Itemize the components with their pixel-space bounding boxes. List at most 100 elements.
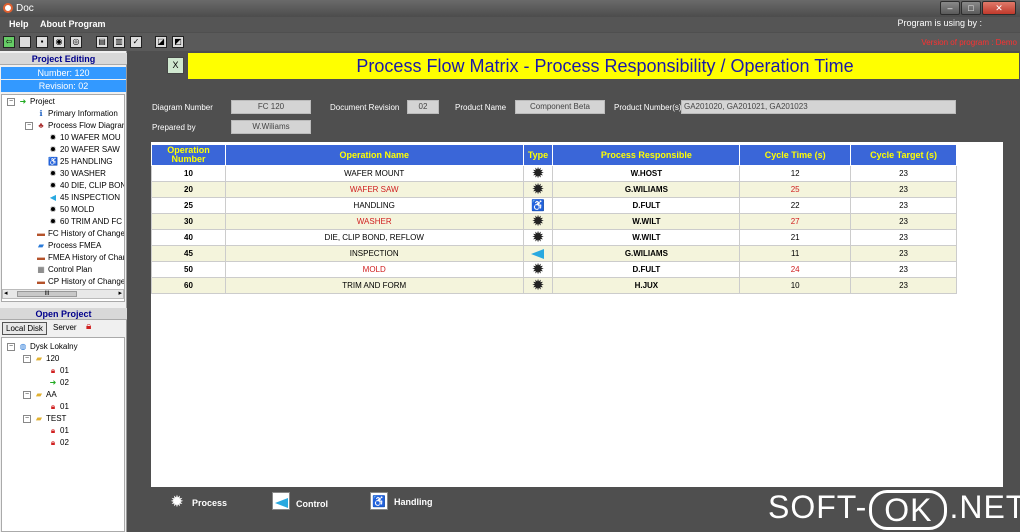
- scroll-thumb[interactable]: III: [17, 291, 77, 297]
- cell-cycle-time: 27: [739, 213, 852, 230]
- gear-icon: ✹: [171, 493, 183, 509]
- tree-collapse-toggle[interactable]: −: [23, 355, 31, 363]
- minimize-button[interactable]: –: [940, 1, 960, 15]
- export-icon[interactable]: ▥: [113, 36, 125, 48]
- document-icon: ▰: [37, 241, 45, 250]
- cell-operation-number: 45: [151, 245, 226, 262]
- cell-process-responsible: W.WILT: [552, 229, 741, 246]
- table-row[interactable]: 60 TRIM AND FORM ✹ H.JUX 10 23: [151, 276, 957, 294]
- menu-about[interactable]: About Program: [40, 19, 106, 29]
- disk-item-folder[interactable]: ▰ 120: [34, 353, 59, 365]
- tree-item-control-plan[interactable]: ▦ Control Plan: [36, 264, 92, 276]
- image-icon[interactable]: ◩: [172, 36, 184, 48]
- disk-tree: − ◍ Dysk Lokalny − ▰ 120 🔒︎ 01 ➜ 02 − ▰ AA 🔒︎…: [1, 337, 125, 532]
- tab-local-disk[interactable]: Local Disk: [2, 322, 47, 335]
- cell-process-responsible: W.HOST: [552, 165, 741, 182]
- maximize-button[interactable]: □: [961, 1, 981, 15]
- cell-type: ✹: [522, 213, 554, 230]
- tree-item-cp-history[interactable]: ▬ CP History of Change: [36, 276, 124, 288]
- legend-process: ✹ Process: [168, 492, 227, 510]
- disk-item-root[interactable]: ◍ Dysk Lokalny: [18, 341, 78, 353]
- disk-item-revision[interactable]: 🔒︎ 02: [48, 437, 69, 449]
- lock-icon: 🔒︎: [50, 402, 56, 411]
- tree-collapse-toggle[interactable]: −: [7, 98, 15, 106]
- tree-collapse-toggle[interactable]: −: [25, 122, 33, 130]
- globe-icon: ◍: [19, 342, 27, 351]
- table-row[interactable]: 30 WASHER ✹ W.WILT 27 23: [151, 213, 957, 230]
- product-numbers-field[interactable]: GA201020, GA201021, GA201023: [681, 100, 956, 114]
- check-icon[interactable]: ✓: [130, 36, 142, 48]
- gear-icon: ✹: [49, 133, 57, 142]
- product-name-field[interactable]: Component Beta: [515, 100, 605, 114]
- cell-operation-name: HANDLING: [224, 197, 524, 214]
- disk-item-revision[interactable]: ➜ 02: [48, 377, 69, 389]
- gear-icon: ✹: [49, 181, 57, 190]
- gear-icon: ✹: [49, 169, 57, 178]
- tree-item-op[interactable]: ✹ 60 TRIM AND FC: [48, 216, 122, 228]
- tree-collapse-toggle[interactable]: −: [23, 391, 31, 399]
- window-title: Doc: [16, 3, 34, 14]
- save-icon[interactable]: ▪: [36, 36, 48, 48]
- tab-server[interactable]: Server: [50, 322, 80, 335]
- tree-item-fc-history[interactable]: ▬ FC History of Change: [36, 228, 124, 240]
- tree-item-op[interactable]: ✹ 10 WAFER MOU: [48, 132, 121, 144]
- disk-item-revision[interactable]: 🔒︎ 01: [48, 401, 69, 413]
- menu-bar: Help About Program: [0, 17, 1020, 32]
- cell-cycle-target: 23: [850, 181, 957, 198]
- col-operation-name: Operation Name: [224, 144, 524, 166]
- prepared-by-field[interactable]: W.Wiliams: [231, 120, 311, 134]
- doc-revision-label: Document Revision: [330, 103, 400, 112]
- info-icon: ℹ: [39, 109, 43, 118]
- tree-item-primary-info[interactable]: ℹ Primary Information: [36, 108, 117, 120]
- close-button[interactable]: ✕: [982, 1, 1016, 15]
- new-document-icon[interactable]: [19, 36, 31, 48]
- table-body: 10 WAFER MOUNT ✹ W.HOST 12 23 20 WAFER SAW ✹ G.WI…: [151, 165, 957, 294]
- tree-item-op[interactable]: ✹ 20 WAFER SAW: [48, 144, 120, 156]
- arrow-right-icon: ➜: [19, 97, 27, 106]
- gear-icon: ✹: [531, 260, 545, 278]
- scroll-right-icon[interactable]: ▸: [118, 290, 122, 298]
- table-row[interactable]: 25 HANDLING ♿ D.FULT 22 23: [151, 197, 957, 214]
- table-row[interactable]: 10 WAFER MOUNT ✹ W.HOST 12 23: [151, 165, 957, 182]
- tree-item-op[interactable]: ✹ 40 DIE, CLIP BON: [48, 180, 124, 192]
- disk-item-revision[interactable]: 🔒︎ 01: [48, 425, 69, 437]
- tree-item-process-flow[interactable]: ♣ Process Flow Diagran: [36, 120, 124, 132]
- disk-item-revision[interactable]: 🔒︎ 01: [48, 365, 69, 377]
- gear-icon: ✹: [531, 276, 545, 294]
- tree-item-project[interactable]: ➜ Project: [18, 96, 55, 108]
- tree-item-fmea-history[interactable]: ▬ FMEA History of Char: [36, 252, 124, 264]
- back-arrow-icon[interactable]: ⇦: [3, 36, 15, 48]
- project-revision: Revision: 02: [1, 80, 126, 92]
- tree-item-op[interactable]: ◀ 45 INSPECTION: [48, 192, 120, 204]
- report-icon[interactable]: ▤: [96, 36, 108, 48]
- menu-help[interactable]: Help: [9, 19, 29, 29]
- tree-item-op[interactable]: ✹ 50 MOLD: [48, 204, 95, 216]
- gear-icon: ✹: [531, 228, 545, 246]
- cell-operation-number: 20: [151, 181, 226, 198]
- diagram-number-field[interactable]: FC 120: [231, 100, 311, 114]
- table-row[interactable]: 20 WAFER SAW ✹ G.WILIAMS 25 23: [151, 181, 957, 198]
- scroll-left-icon[interactable]: ◂: [4, 290, 8, 298]
- tree-item-process-fmea[interactable]: ▰ Process FMEA: [36, 240, 101, 252]
- tree-item-op[interactable]: ✹ 30 WASHER: [48, 168, 106, 180]
- tree-item-op[interactable]: ♿ 25 HANDLING: [48, 156, 112, 168]
- chart-icon[interactable]: ◪: [155, 36, 167, 48]
- tree-collapse-toggle[interactable]: −: [23, 415, 31, 423]
- tree-collapse-toggle[interactable]: −: [7, 343, 15, 351]
- table-row[interactable]: 40 DIE, CLIP BOND, REFLOW ✹ W.WILT 21 23: [151, 228, 957, 246]
- book-icon: ▬: [37, 253, 45, 262]
- disk-item-folder[interactable]: ▰ TEST: [34, 413, 67, 425]
- excel-export-icon[interactable]: X: [167, 57, 184, 74]
- cell-operation-number: 30: [151, 213, 226, 230]
- cell-operation-name: DIE, CLIP BOND, REFLOW: [224, 229, 524, 246]
- settings-icon[interactable]: ◉: [53, 36, 65, 48]
- refresh-icon[interactable]: ◎: [70, 36, 82, 48]
- project-tree: − ➜ Project ℹ Primary Information − ♣ Proce…: [1, 94, 125, 302]
- table-row[interactable]: 50 MOLD ✹ D.FULT 24 23: [151, 260, 957, 278]
- tree-horizontal-scrollbar[interactable]: ◂ III ▸: [2, 289, 124, 299]
- disk-item-folder[interactable]: ▰ AA: [34, 389, 57, 401]
- doc-revision-field[interactable]: 02: [407, 100, 439, 114]
- cell-operation-number: 10: [151, 165, 226, 182]
- table-row[interactable]: 45 INSPECTION G.WILIAMS 11 23: [151, 245, 957, 262]
- cell-operation-number: 50: [151, 261, 226, 278]
